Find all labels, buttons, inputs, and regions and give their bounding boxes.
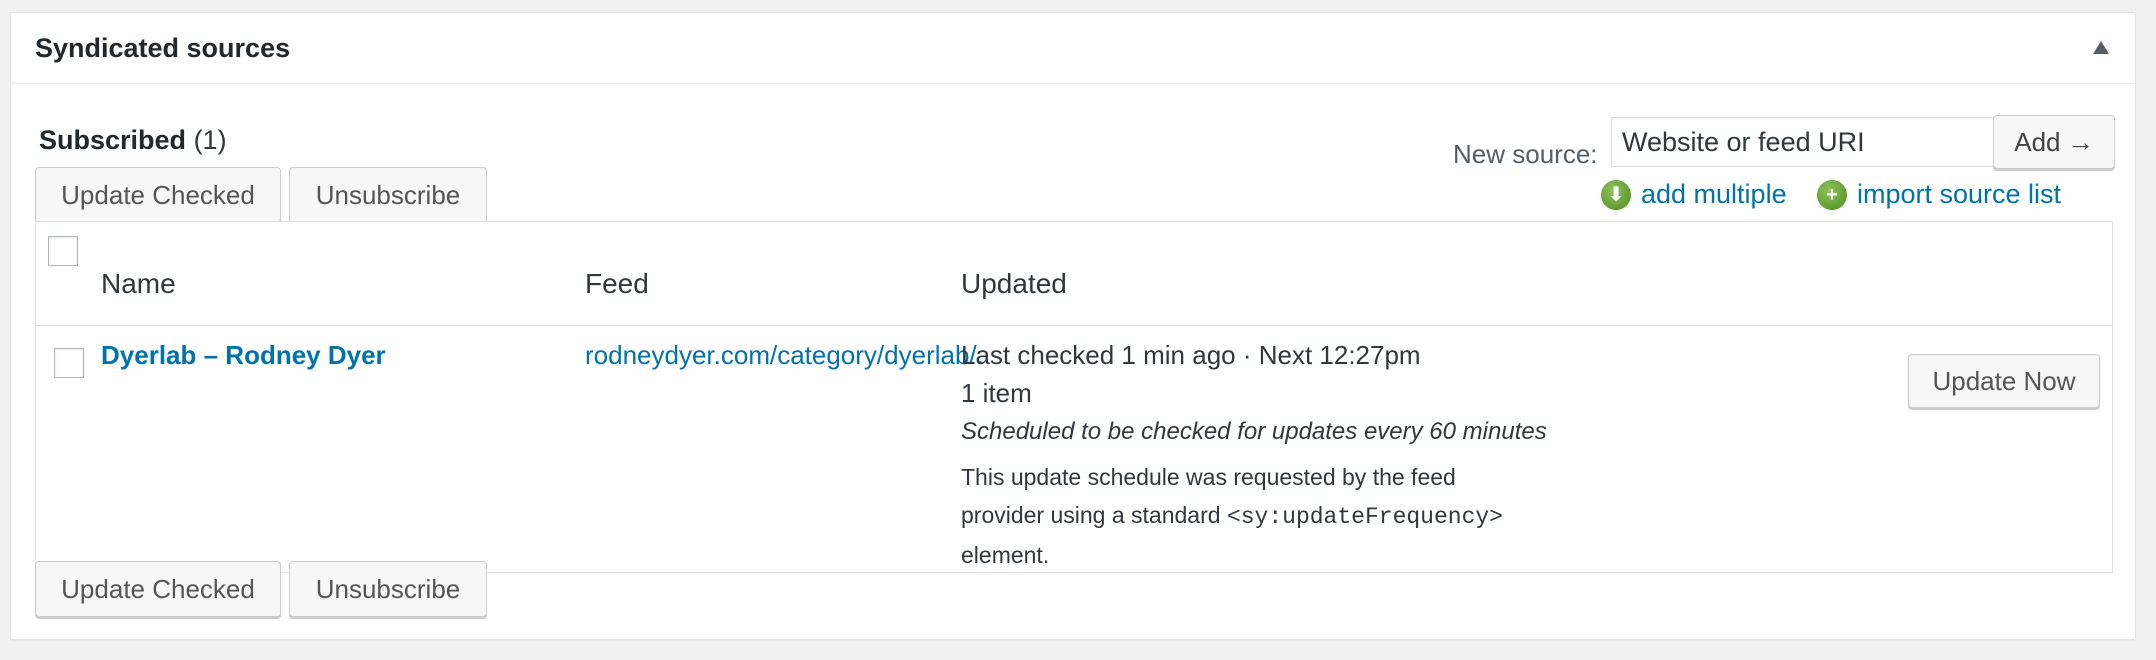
subscribed-count: (1) <box>193 125 227 155</box>
syndicated-sources-box: Syndicated sources Subscribed (1) Update… <box>10 12 2136 640</box>
column-name: Name <box>101 268 176 299</box>
select-all-checkbox[interactable] <box>48 236 78 266</box>
add-multiple-label: add multiple <box>1641 179 1787 209</box>
update-checked-button-top[interactable]: Update Checked <box>35 167 281 223</box>
feed-url-link[interactable]: rodneydyer.com/category/dyerlab/. <box>585 340 984 371</box>
box-title: Syndicated sources <box>35 33 291 63</box>
subscribed-label: Subscribed <box>39 125 187 155</box>
source-name-link[interactable]: Dyerlab – Rodney Dyer <box>101 340 386 371</box>
schedule-text: Scheduled to be checked for updates ever… <box>961 418 1547 445</box>
item-count-text: 1 item <box>961 378 1032 408</box>
box-header: Syndicated sources <box>11 13 2135 84</box>
new-source-label: New source: <box>1453 139 1598 169</box>
row-checkbox[interactable] <box>54 348 84 378</box>
import-source-list-link[interactable]: + import source list <box>1817 179 2061 210</box>
last-checked-text: Last checked 1 min ago · Next 12:27pm <box>961 340 1421 370</box>
add-source-button[interactable]: Add → <box>1993 115 2115 169</box>
unsubscribe-button-top[interactable]: Unsubscribe <box>289 167 487 223</box>
table-header: Name Feed Updated <box>36 222 2112 326</box>
collapse-toggle-icon[interactable] <box>2093 41 2109 54</box>
import-source-list-label: import source list <box>1857 179 2062 209</box>
update-now-button[interactable]: Update Now <box>1908 354 2100 408</box>
column-feed: Feed <box>585 268 649 299</box>
schedule-note: This update schedule was requested by th… <box>961 458 1521 574</box>
green-download-icon: ⬇ <box>1601 179 1631 210</box>
column-updated: Updated <box>961 268 1067 299</box>
subscribed-heading: Subscribed (1) <box>39 125 227 156</box>
sources-table: Name Feed Updated Dyerlab – Rodney Dyer … <box>35 221 2113 573</box>
new-source-input[interactable] <box>1611 117 1995 167</box>
update-frequency-code: <sy:updateFrequency> <box>1226 504 1503 530</box>
green-plus-icon: + <box>1817 179 1847 210</box>
unsubscribe-button-bottom[interactable]: Unsubscribe <box>289 561 487 617</box>
schedule-note-end: element. <box>961 542 1050 568</box>
update-checked-button-bottom[interactable]: Update Checked <box>35 561 281 617</box>
add-multiple-link[interactable]: ⬇ add multiple <box>1601 179 1787 210</box>
